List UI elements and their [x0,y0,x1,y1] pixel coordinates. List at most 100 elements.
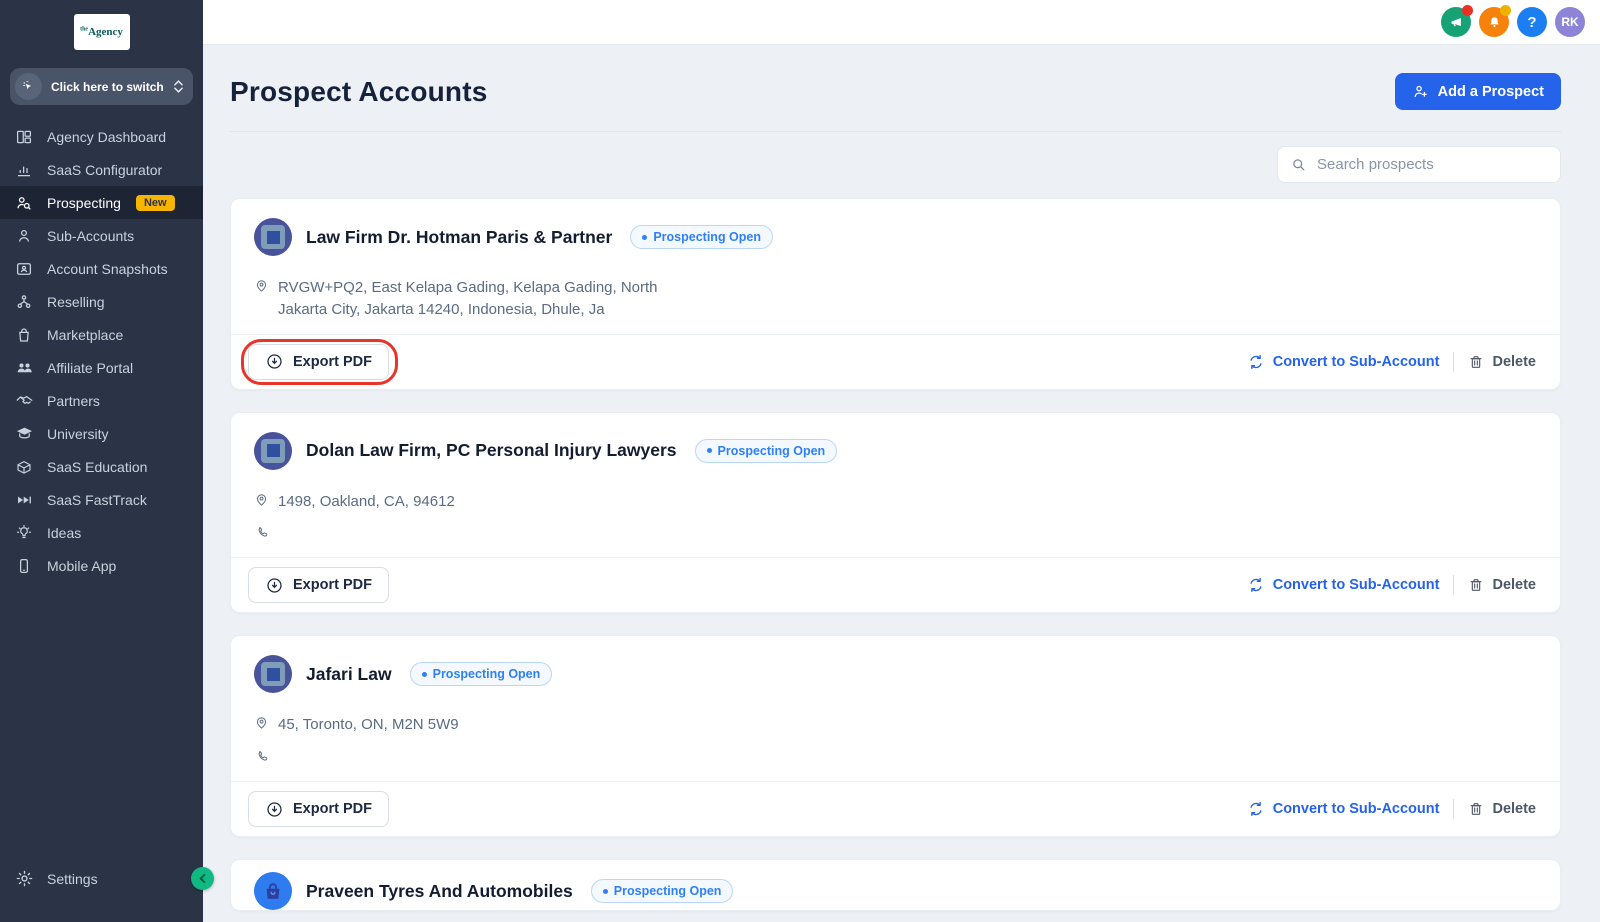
card-header: Dolan Law Firm, PC Personal Injury Lawye… [254,432,1540,470]
export-pdf-button[interactable]: Export PDF [248,791,389,827]
convert-to-subaccount-button[interactable]: Convert to Sub-Account [1247,800,1440,818]
sync-icon [1247,353,1265,371]
card-body: Praveen Tyres And Automobiles Prospectin… [231,860,1560,911]
lightbulb-icon [14,523,34,543]
sidebar-item-label: Mobile App [47,558,116,574]
dashboard-icon [14,127,34,147]
company-avatar [254,872,292,910]
company-avatar [254,218,292,256]
footer-actions: Convert to Sub-Account Delete [1247,352,1536,372]
topbar: ? RK [203,0,1600,45]
add-prospect-label: Add a Prospect [1438,84,1544,100]
sidebar-item-account-snapshots[interactable]: Account Snapshots [0,252,203,285]
sidebar-item-label: SaaS Configurator [47,162,162,178]
graduation-cap-icon [14,424,34,444]
export-pdf-button[interactable]: Export PDF [248,344,389,380]
trash-icon [1468,354,1484,370]
sidebar-nav: Agency Dashboard SaaS Configurator Prosp… [0,120,203,582]
vertical-divider [1453,575,1454,595]
card-header: Law Firm Dr. Hotman Paris & Partner Pros… [254,218,1540,256]
announcements-button[interactable] [1441,7,1471,37]
bar-chart-icon [14,160,34,180]
status-badge: Prospecting Open [695,439,838,463]
sidebar: theAgency Click here to switch Agency Da… [0,0,203,922]
delete-label: Delete [1492,801,1536,817]
status-badge: Prospecting Open [630,225,773,249]
card-body: Dolan Law Firm, PC Personal Injury Lawye… [231,413,1560,558]
download-circle-icon [265,352,284,371]
agency-logo[interactable]: theAgency [74,14,130,50]
delete-button[interactable]: Delete [1468,577,1536,593]
status-dot-icon [603,889,608,894]
user-avatar[interactable]: RK [1555,7,1585,37]
map-pin-icon [254,492,269,513]
sidebar-item-saas-fasttrack[interactable]: SaaS FastTrack [0,483,203,516]
status-dot-icon [707,448,712,453]
gear-icon [14,869,34,889]
sidebar-item-sub-accounts[interactable]: Sub-Accounts [0,219,203,252]
card-footer: Export PDF Convert to Sub-Account Delete [231,781,1560,836]
chevron-left-icon [198,874,207,883]
delete-button[interactable]: Delete [1468,801,1536,817]
switcher-label: Click here to switch [51,80,174,94]
sidebar-item-label: Ideas [47,525,81,541]
export-pdf-button[interactable]: Export PDF [248,567,389,603]
sidebar-item-label: SaaS Education [47,459,147,475]
search-icon [1290,156,1307,173]
sidebar-item-label: University [47,426,108,442]
new-badge: New [136,195,175,211]
convert-to-subaccount-button[interactable]: Convert to Sub-Account [1247,576,1440,594]
sidebar-item-affiliate-portal[interactable]: Affiliate Portal [0,351,203,384]
notification-dot [1462,5,1473,16]
prospect-card: Jafari Law Prospecting Open 45, Toronto,… [230,635,1561,837]
export-pdf-wrap: Export PDF [248,344,389,380]
sidebar-item-agency-dashboard[interactable]: Agency Dashboard [0,120,203,153]
vertical-divider [1453,799,1454,819]
sidebar-item-saas-configurator[interactable]: SaaS Configurator [0,153,203,186]
sidebar-item-label: Account Snapshots [47,261,168,277]
sidebar-item-partners[interactable]: Partners [0,384,203,417]
trash-icon [1468,577,1484,593]
convert-to-subaccount-button[interactable]: Convert to Sub-Account [1247,353,1440,371]
sidebar-item-label: SaaS FastTrack [47,492,147,508]
export-pdf-label: Export PDF [293,577,372,593]
header-divider [230,131,1561,132]
prospect-name: Jafari Law [306,664,392,685]
phone-icon [255,749,270,764]
sidebar-item-mobile-app[interactable]: Mobile App [0,549,203,582]
toolbar [230,146,1561,183]
footer-actions: Convert to Sub-Account Delete [1247,575,1536,595]
sidebar-item-saas-education[interactable]: SaaS Education [0,450,203,483]
sidebar-item-label: Partners [47,393,100,409]
sidebar-item-prospecting[interactable]: Prospecting New [0,186,203,219]
sidebar-item-label: Prospecting [47,195,121,211]
delete-button[interactable]: Delete [1468,354,1536,370]
sidebar-item-reselling[interactable]: Reselling [0,285,203,318]
search-input[interactable] [1317,156,1548,173]
convert-label: Convert to Sub-Account [1273,801,1440,817]
people-group-icon [14,358,34,378]
convert-label: Convert to Sub-Account [1273,577,1440,593]
chevron-up-down-icon [174,80,183,93]
vertical-divider [1453,352,1454,372]
notifications-button[interactable] [1479,7,1509,37]
card-header: Praveen Tyres And Automobiles Prospectin… [254,872,1540,910]
question-mark-icon: ? [1527,14,1536,31]
education-box-icon [14,457,34,477]
card-footer: Export PDF Convert to Sub-Account Delete [231,557,1560,612]
person-add-icon [1412,83,1429,100]
add-prospect-button[interactable]: Add a Prospect [1395,73,1561,110]
avatar-initials: RK [1561,15,1578,29]
sidebar-item-marketplace[interactable]: Marketplace [0,318,203,351]
delete-label: Delete [1492,354,1536,370]
phone-row [255,749,1540,764]
sidebar-collapse-button[interactable] [191,867,214,890]
help-button[interactable]: ? [1517,7,1547,37]
sidebar-item-university[interactable]: University [0,417,203,450]
sidebar-item-ideas[interactable]: Ideas [0,516,203,549]
card-header: Jafari Law Prospecting Open [254,655,1540,693]
address-text: 1498, Oakland, CA, 94612 [278,491,455,513]
account-switcher[interactable]: Click here to switch [10,68,193,105]
sync-icon [1247,800,1265,818]
sidebar-item-settings[interactable]: Settings [0,862,203,895]
